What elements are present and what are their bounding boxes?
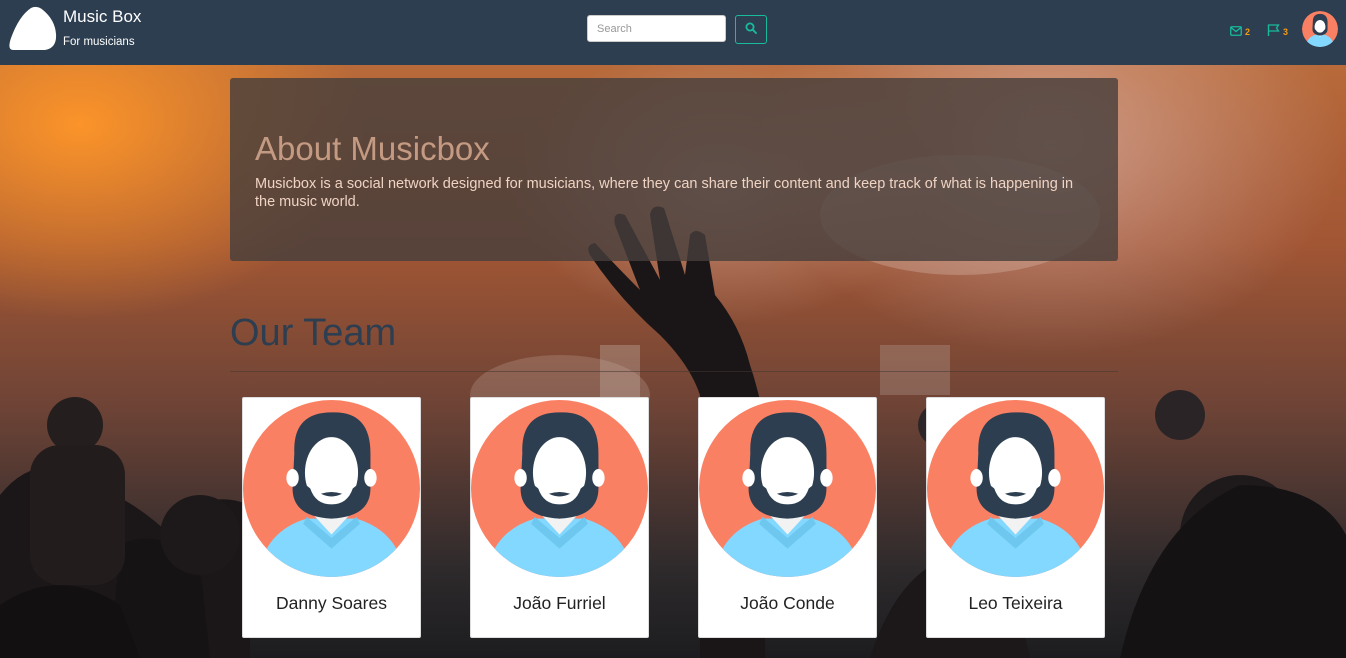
member-name: João Conde xyxy=(740,593,835,613)
search-input[interactable] xyxy=(587,15,726,42)
messages-count: 2 xyxy=(1245,27,1251,37)
member-avatar-icon xyxy=(927,400,1104,577)
brand-subtitle: For musicians xyxy=(63,36,135,48)
team-heading: Our Team xyxy=(230,312,397,354)
team-member-card[interactable]: Leo Teixeira xyxy=(926,397,1105,638)
section-divider xyxy=(230,371,1118,372)
member-name: João Furriel xyxy=(513,593,606,613)
member-avatar-icon xyxy=(471,400,648,577)
navbar: Music Box For musicians 2 3 xyxy=(0,0,1346,65)
member-avatar-icon xyxy=(699,400,876,577)
about-title: About Musicbox xyxy=(255,130,490,167)
member-name: Leo Teixeira xyxy=(968,593,1063,613)
team-member-card[interactable]: Danny Soares xyxy=(242,397,421,638)
messages-notification[interactable]: 2 xyxy=(1230,23,1250,41)
member-avatar-icon xyxy=(243,400,420,577)
about-panel: About Musicbox Musicbox is a social netw… xyxy=(230,78,1118,261)
logo-icon[interactable] xyxy=(9,6,57,52)
team-member-card[interactable]: João Conde xyxy=(698,397,877,638)
envelope-icon xyxy=(1230,23,1242,41)
search-button[interactable] xyxy=(735,15,767,44)
flags-notification[interactable]: 3 xyxy=(1267,23,1288,41)
flag-icon xyxy=(1267,23,1280,41)
about-description: Musicbox is a social network designed fo… xyxy=(255,176,1074,210)
search-icon xyxy=(745,22,757,37)
user-avatar[interactable] xyxy=(1302,11,1338,47)
flags-count: 3 xyxy=(1283,27,1289,37)
team-member-card[interactable]: João Furriel xyxy=(470,397,649,638)
member-name: Danny Soares xyxy=(276,593,387,613)
brand-title[interactable]: Music Box xyxy=(63,7,141,27)
